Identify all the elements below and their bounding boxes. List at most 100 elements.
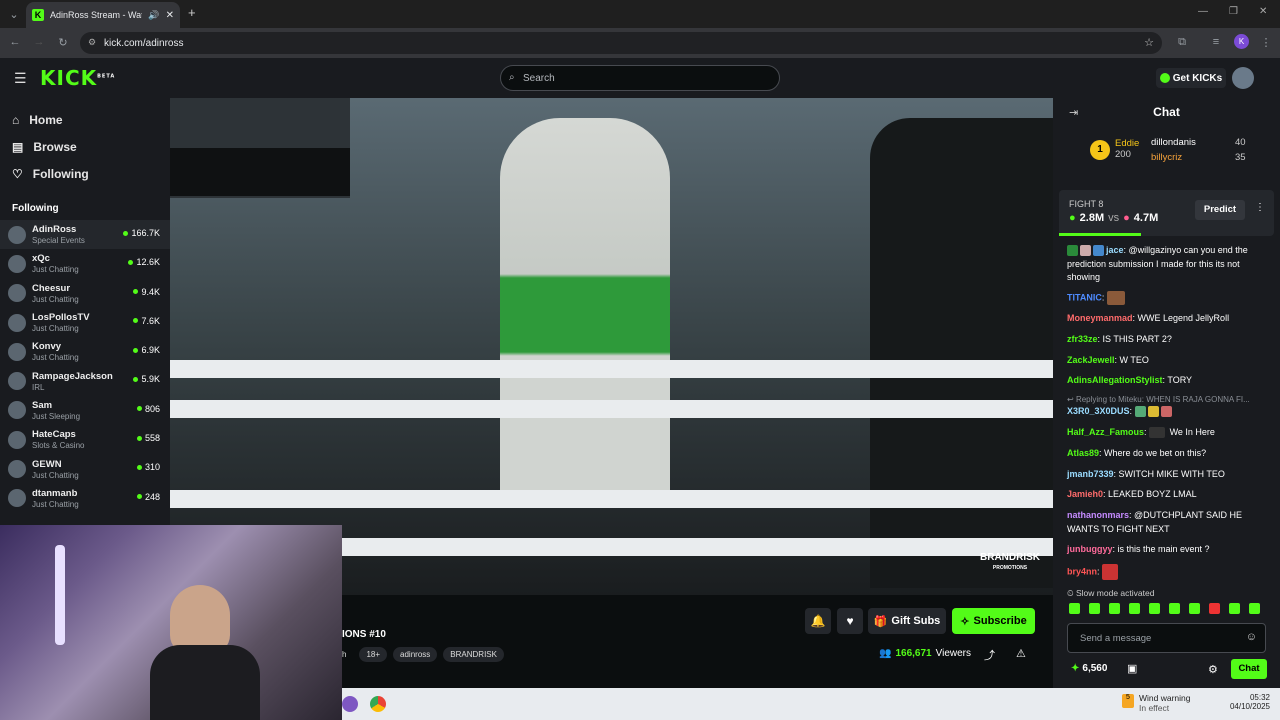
chat-message: Atlas89: Where do we bet on this? <box>1067 448 1207 458</box>
emote-bar <box>1069 603 1262 614</box>
weather-warning-icon[interactable]: 5 <box>1122 694 1134 708</box>
weather-widget[interactable]: Wind warning In effect <box>1139 693 1191 713</box>
tag[interactable]: h <box>342 647 353 662</box>
prediction-card[interactable]: FIGHT 8 ● 2.8M vs ● 4.7M Predict ⋮ <box>1059 190 1274 236</box>
leaderboard-entry[interactable]: billycriz 35 <box>1151 152 1246 163</box>
share-icon[interactable]: ⤴ <box>984 647 995 663</box>
kick-logo[interactable]: KICKBETA <box>40 66 115 90</box>
emote-icon[interactable] <box>1129 603 1140 614</box>
emote-icon[interactable] <box>1149 603 1160 614</box>
live-dot-icon <box>136 435 142 441</box>
live-dot-icon <box>136 406 142 412</box>
forward-icon[interactable]: → <box>31 36 47 48</box>
gift-icon: 🎁 <box>873 615 888 628</box>
media-control-icon[interactable]: ≡ <box>1208 36 1224 48</box>
channel-item[interactable]: xQc Just Chatting 12.6K <box>0 249 170 278</box>
close-window-icon[interactable]: ✕ <box>1259 6 1267 17</box>
channel-item[interactable]: HateCaps Slots & Casino 558 <box>0 425 170 454</box>
emote-icon[interactable] <box>1189 603 1200 614</box>
ring-rope <box>170 360 1053 378</box>
subscribe-button[interactable]: ✧ Subscribe <box>952 608 1035 634</box>
user-avatar[interactable] <box>1232 67 1254 89</box>
reload-icon[interactable]: ↻ <box>55 36 71 49</box>
chat-input-placeholder: Send a message <box>1080 633 1152 644</box>
new-tab-icon[interactable]: + <box>188 5 196 20</box>
gift-subs-button[interactable]: 🎁 Gift Subs <box>868 608 946 634</box>
channel-name: HateCaps <box>32 429 76 441</box>
nav-following[interactable]: ♡ Following <box>0 160 170 187</box>
browser-menu-icon[interactable]: ⋮ <box>1258 36 1274 49</box>
channel-item[interactable]: LosPollosTV Just Chatting 7.6K <box>0 308 170 337</box>
kicks-coin-icon <box>1159 73 1170 83</box>
viewer-count: 5.9K <box>133 374 160 384</box>
notification-bell-button[interactable]: 🔔 <box>805 608 831 634</box>
live-dot-icon <box>133 289 139 295</box>
nav-home[interactable]: ⌂ Home <box>0 106 170 133</box>
clock[interactable]: 05:32 04/10/2025 <box>1222 693 1270 711</box>
tag[interactable]: adinross <box>393 647 438 662</box>
chat-message: junbuggyy: is this the main event ? <box>1067 544 1210 554</box>
live-dot-icon <box>133 347 139 353</box>
channel-item[interactable]: Konvy Just Chatting 6.9K <box>0 337 170 366</box>
emote-icon[interactable] <box>1109 603 1120 614</box>
chat-input[interactable]: Send a message ☺ <box>1067 623 1266 653</box>
tab-search-icon[interactable]: ⌄ <box>6 8 22 21</box>
nav-following-label: Following <box>32 166 89 181</box>
tag[interactable]: 18+ <box>359 647 388 662</box>
taskbar-app-icon[interactable] <box>342 696 358 712</box>
predict-button[interactable]: Predict <box>1195 200 1245 220</box>
report-icon[interactable]: ⚠ <box>1016 647 1026 660</box>
back-icon[interactable]: ← <box>7 36 23 48</box>
close-tab-icon[interactable]: ✕ <box>166 10 174 21</box>
heart-icon: ♥ <box>846 614 854 628</box>
press-table <box>170 148 350 196</box>
restore-icon[interactable]: ❐ <box>1229 6 1238 17</box>
search-input[interactable]: ⌕ Search <box>500 65 780 91</box>
extensions-icon[interactable]: ⧉ <box>1174 36 1190 49</box>
channel-points[interactable]: ✦ 6,560 <box>1071 663 1107 674</box>
hamburger-menu-icon[interactable]: ☰ <box>14 70 27 87</box>
send-chat-button[interactable]: Chat <box>1231 659 1267 679</box>
channel-item[interactable]: RampageJackson IRL 5.9K <box>0 366 170 395</box>
star-icon: ✧ <box>960 615 970 628</box>
emote-icon[interactable] <box>1069 603 1080 614</box>
prediction-menu-icon[interactable]: ⋮ <box>1255 202 1265 213</box>
rank-badge: 1 <box>1090 140 1110 160</box>
emote-icon[interactable] <box>1089 603 1100 614</box>
emote-icon[interactable] <box>1229 603 1240 614</box>
browser-tab[interactable]: K AdinRoss Stream - Watch L 🔊 ✕ <box>26 2 180 28</box>
picture-in-picture-feed <box>170 98 350 198</box>
emote-icon[interactable] <box>1209 603 1220 614</box>
chrome-taskbar-icon[interactable] <box>370 696 386 712</box>
emote-icon[interactable] <box>1249 603 1260 614</box>
tag-list: h 18+ adinross BRANDRISK <box>342 644 510 662</box>
get-kicks-button[interactable]: Get KICKs <box>1156 68 1226 88</box>
kick-favicon-icon: K <box>32 9 44 21</box>
minimize-icon[interactable]: — <box>1198 6 1208 17</box>
channel-item[interactable]: Sam Just Sleeping 806 <box>0 396 170 425</box>
emote-icon[interactable] <box>1169 603 1180 614</box>
address-bar[interactable]: ⚙ kick.com/adinross ☆ <box>80 32 1162 54</box>
stream-info-bar: IONS #10 h 18+ adinross BRANDRISK 🔔 ♥ 🎁 Gift… <box>342 595 1053 688</box>
chat-message: Half_Azz_Famous: We In Here <box>1067 427 1215 439</box>
nav-browse[interactable]: ▤ Browse <box>0 133 170 160</box>
channel-item[interactable]: dtanmanb Just Chatting 248 <box>0 484 170 513</box>
chat-settings-icon[interactable]: ⚙ <box>1208 663 1218 676</box>
channel-item[interactable]: GEWN Just Chatting 310 <box>0 454 170 483</box>
emoji-picker-icon[interactable]: ☺ <box>1246 631 1257 643</box>
follow-button[interactable]: ♥ <box>837 608 863 634</box>
gift-box-icon[interactable]: ▣ <box>1127 662 1137 675</box>
channel-avatar <box>8 460 26 479</box>
tag[interactable]: BRANDRISK <box>443 647 504 662</box>
profile-avatar[interactable]: K <box>1234 34 1249 49</box>
bookmark-star-icon[interactable]: ☆ <box>1144 36 1154 49</box>
site-info-icon[interactable]: ⚙ <box>88 37 96 48</box>
channel-item[interactable]: AdinRoss Special Events 166.7K <box>0 220 170 250</box>
home-icon: ⌂ <box>12 112 20 127</box>
viewer-count: 806 <box>136 404 160 414</box>
browser-tab-bar: ⌄ K AdinRoss Stream - Watch L 🔊 ✕ + — ❐ … <box>0 0 1280 28</box>
viewer-count-value: 166,671 <box>895 648 932 659</box>
leaderboard-top[interactable]: Eddie 200 <box>1115 138 1139 160</box>
channel-item[interactable]: Cheesur Just Chatting 9.4K <box>0 279 170 308</box>
leaderboard-entry[interactable]: dillondanis 40 <box>1151 137 1246 148</box>
